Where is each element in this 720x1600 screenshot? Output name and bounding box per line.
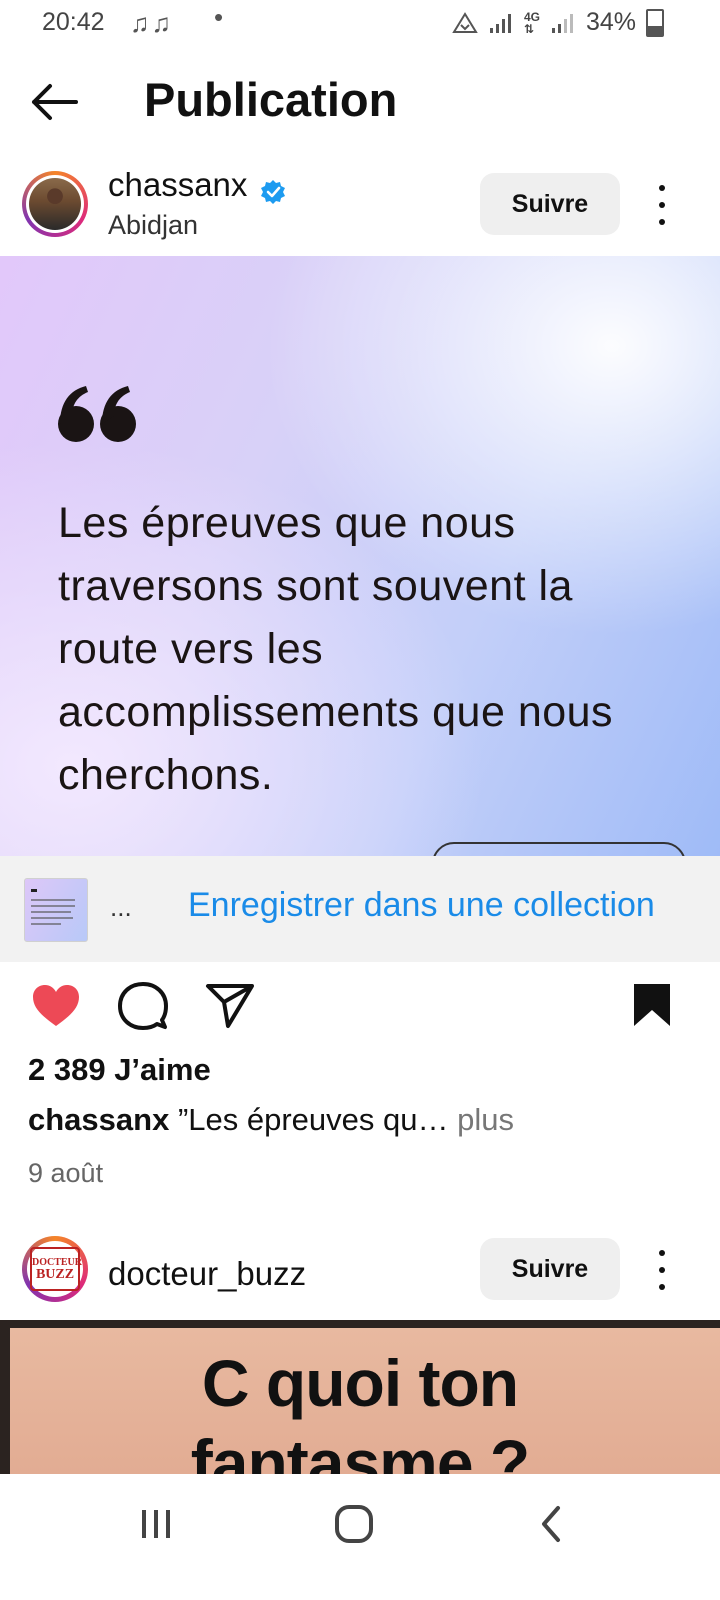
quote-mark-icon [58, 386, 136, 442]
username[interactable]: chassanx [108, 166, 247, 203]
avatar-image [29, 178, 81, 230]
network-type: 4G ⇅ [523, 9, 540, 36]
back-nav-icon[interactable] [536, 1504, 566, 1544]
caption-text: ”Les épreuves qu… [177, 1102, 449, 1137]
post-thumbnail [24, 878, 88, 942]
comment-icon[interactable] [117, 980, 169, 1032]
heart-filled-icon[interactable] [30, 980, 82, 1032]
battery-icon [646, 8, 664, 37]
post-image[interactable]: Les épreuves que nous traversons sont so… [0, 256, 720, 856]
app-header: Publication [0, 60, 720, 140]
ellipsis: ... [110, 892, 132, 922]
author-pill [432, 842, 686, 856]
home-icon[interactable] [332, 1502, 376, 1546]
recent-apps-icon[interactable] [136, 1504, 176, 1544]
next-post-image-text-1: C quoi ton [201, 1346, 519, 1420]
verified-badge-icon [260, 179, 285, 204]
post-author[interactable]: chassanx [108, 166, 286, 205]
status-time: 20:42 [42, 8, 105, 36]
data-saver-icon [452, 11, 478, 33]
save-to-collection-link[interactable]: Enregistrer dans une collection [188, 886, 655, 925]
next-post-image[interactable]: C quoi ton fantasme ? [0, 1320, 720, 1474]
bookmark-filled-icon[interactable] [626, 980, 678, 1032]
post-location[interactable]: Abidjan [108, 210, 198, 241]
share-send-icon[interactable] [204, 980, 256, 1032]
signal-icon-2 [551, 13, 573, 33]
next-post-image-text-2: fantasme ? [190, 1426, 530, 1474]
system-nav-bar [0, 1474, 720, 1600]
back-button[interactable] [28, 80, 82, 124]
follow-button[interactable]: Suivre [480, 173, 620, 235]
next-post-username[interactable]: docteur_buzz [108, 1255, 306, 1293]
status-indicators: 4G ⇅ 34% [452, 8, 664, 37]
signal-icon [489, 13, 511, 33]
caption-more-link[interactable]: plus [457, 1102, 514, 1137]
next-post-follow-button[interactable]: Suivre [480, 1238, 620, 1300]
page-title: Publication [144, 73, 398, 126]
status-bar: 20:42 ♫♫ • 4G ⇅ 34% [0, 0, 720, 48]
docteur-buzz-logo: DOCTEUR BUZZ [27, 1241, 83, 1297]
more-options-icon[interactable] [652, 185, 672, 225]
music-notification-icon: ♫♫ [130, 8, 173, 38]
collection-banner: ... Enregistrer dans une collection [0, 856, 720, 962]
arrow-left-icon [32, 84, 78, 120]
battery-percent: 34% [585, 8, 636, 36]
next-post-avatar[interactable]: DOCTEUR BUZZ [22, 1236, 88, 1302]
notification-dot-icon: • [214, 2, 224, 32]
quote-text: Les épreuves que nous traversons sont so… [58, 499, 614, 799]
avatar[interactable] [22, 171, 88, 237]
likes-count[interactable]: 2 389 J’aime [28, 1052, 211, 1088]
next-post-more-options-icon[interactable] [652, 1250, 672, 1290]
post-date: 9 août [28, 1158, 104, 1188]
caption-username[interactable]: chassanx [28, 1102, 169, 1137]
caption[interactable]: chassanx ”Les épreuves qu… plus [28, 1102, 514, 1138]
